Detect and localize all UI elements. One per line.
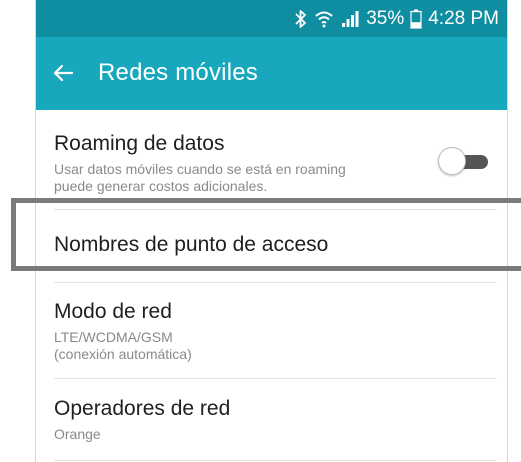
battery-percent: 35% xyxy=(366,7,405,29)
roaming-toggle[interactable] xyxy=(438,147,492,175)
bluetooth-icon xyxy=(294,9,308,29)
wifi-icon xyxy=(314,9,334,29)
network-operators-title: Operadores de red xyxy=(54,397,231,420)
network-mode-title: Modo de red xyxy=(54,300,172,323)
network-mode-summary-line-2: (conexión automática) xyxy=(54,346,192,362)
divider xyxy=(54,378,497,379)
signal-icon xyxy=(340,9,360,29)
battery-icon xyxy=(410,9,422,29)
toggle-thumb xyxy=(438,147,466,175)
roaming-title: Roaming de datos xyxy=(54,132,225,155)
page-title: Redes móviles xyxy=(98,59,258,86)
divider xyxy=(54,460,497,461)
roaming-summary: Usar datos móviles cuando se está en roa… xyxy=(54,161,414,195)
clock: 4:28 PM xyxy=(428,7,499,29)
roaming-setting-row[interactable]: Roaming de datos Usar datos móviles cuan… xyxy=(36,110,507,210)
network-mode-summary-line-1: LTE/WCDMA/GSM xyxy=(54,329,173,345)
app-bar: Redes móviles xyxy=(36,37,507,110)
network-operators-setting-row[interactable]: Operadores de red Orange xyxy=(36,380,507,462)
status-bar: 35% 4:28 PM xyxy=(36,0,507,37)
network-mode-setting-row[interactable]: Modo de red LTE/WCDMA/GSM (conexión auto… xyxy=(36,283,507,379)
highlight-box xyxy=(11,198,521,271)
roaming-summary-line-2: puede generar costos adicionales. xyxy=(54,178,268,194)
network-operators-summary: Orange xyxy=(54,426,101,442)
arrow-left-icon[interactable] xyxy=(52,62,74,89)
roaming-summary-line-1: Usar datos móviles cuando se está en roa… xyxy=(54,161,346,177)
status-icons: 35% 4:28 PM xyxy=(294,0,499,37)
